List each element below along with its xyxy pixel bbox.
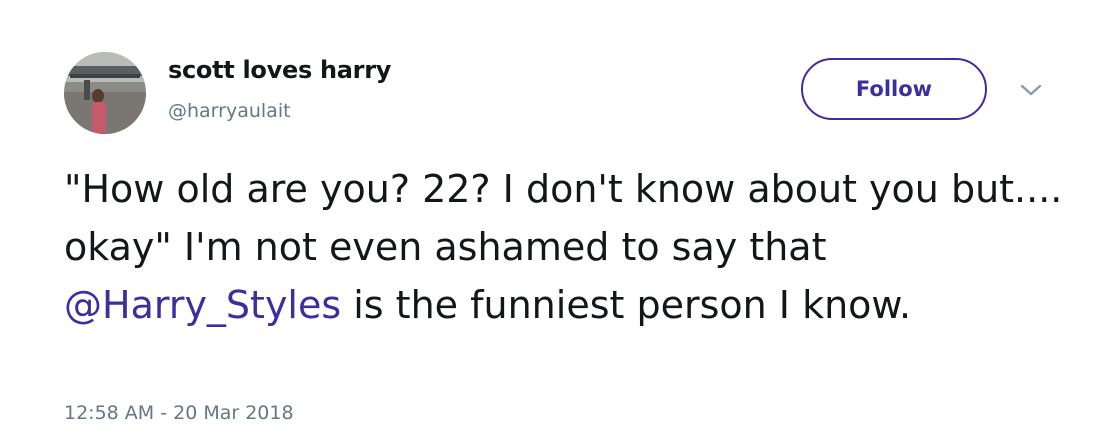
avatar[interactable] [64,52,146,134]
tweet-timestamp[interactable]: 12:58 AM - 20 Mar 2018 [64,402,294,424]
tweet-text: "How old are you? 22? I don't know about… [64,160,1074,334]
avatar-image [64,52,146,134]
user-handle[interactable]: @harryaulait [168,100,291,122]
tweet-text-part: "How old are you? 22? I don't know about… [64,167,1063,269]
chevron-down-icon[interactable] [1018,80,1044,100]
follow-button[interactable]: Follow [801,58,987,120]
mention-link[interactable]: @Harry_Styles [64,283,341,327]
display-name[interactable]: scott loves harry [168,56,391,84]
tweet-text-part: is the funniest person I know. [341,283,912,327]
